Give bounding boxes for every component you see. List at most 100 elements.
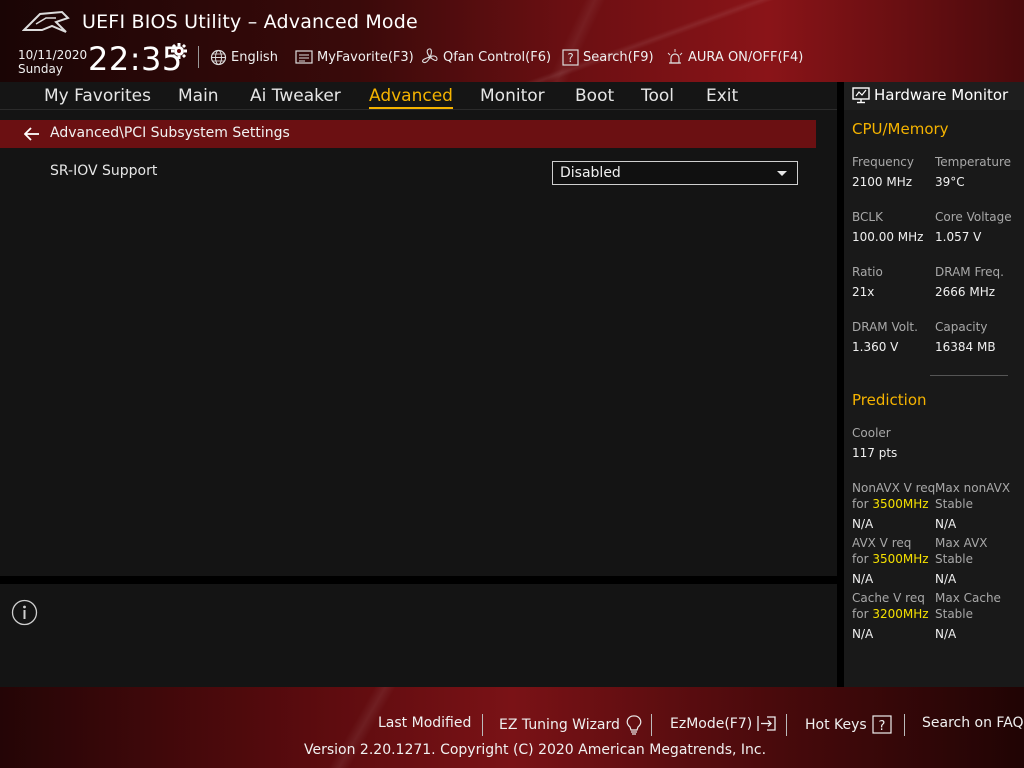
clock-time[interactable]: 22:35 <box>88 40 183 78</box>
cache-freq: 3200MHz <box>872 607 929 621</box>
app-title: UEFI BIOS Utility – Advanced Mode <box>82 11 418 33</box>
hot-keys-label: Hot Keys <box>805 716 867 733</box>
aura-label: AURA ON/OFF(F4) <box>688 49 804 65</box>
tab-my-favorites[interactable]: My Favorites <box>44 86 151 106</box>
aura-toggle-button[interactable]: AURA ON/OFF(F4) <box>666 47 803 67</box>
dropdown-caret-icon <box>777 171 787 176</box>
day-text: Sunday <box>18 62 63 76</box>
core-voltage-value: 1.057 V <box>935 230 982 244</box>
max-nonavx-label: Max nonAVX Stable <box>935 480 1010 512</box>
language-button[interactable]: English <box>210 47 278 67</box>
tab-monitor[interactable]: Monitor <box>480 86 545 106</box>
hardware-monitor-panel: Hardware Monitor CPU/Memory Frequency 21… <box>844 82 1024 687</box>
last-modified-label: Last Modified <box>378 715 472 731</box>
capacity-label: Capacity <box>935 320 988 334</box>
tab-advanced[interactable]: Advanced <box>369 86 453 109</box>
sr-iov-support-select[interactable]: Disabled <box>552 161 798 185</box>
ratio-value: 21x <box>852 285 875 299</box>
dram-volt-label: DRAM Volt. <box>852 320 918 334</box>
help-search-icon: ? <box>562 48 579 66</box>
globe-icon <box>210 49 227 65</box>
exit-arrow-icon <box>757 716 776 731</box>
nonavx-value: N/A <box>852 517 874 531</box>
max-nonavx-value: N/A <box>935 517 957 531</box>
cache-label: Cache V req for 3200MHz <box>852 590 929 622</box>
select-value: Disabled <box>560 165 621 181</box>
bclk-value: 100.00 MHz <box>852 230 924 244</box>
search-button[interactable]: ? Search(F9) <box>562 47 654 67</box>
settings-panel: Advanced\PCI Subsystem Settings SR-IOV S… <box>0 110 837 576</box>
cache-label-line2: for 3200MHz <box>852 606 929 622</box>
search-faq-label: Search on FAQ <box>922 715 1024 731</box>
cpu-memory-heading: CPU/Memory <box>852 120 949 138</box>
footer-divider <box>482 714 483 736</box>
section-divider <box>930 375 1008 376</box>
my-favorite-label: MyFavorite(F3) <box>317 49 414 65</box>
max-cache-value: N/A <box>935 627 957 641</box>
back-arrow-icon[interactable] <box>24 127 40 141</box>
ez-tuning-wizard-label: EZ Tuning Wizard <box>499 717 620 733</box>
breadcrumb[interactable]: Advanced\PCI Subsystem Settings <box>0 120 816 148</box>
tab-boot[interactable]: Boot <box>575 86 614 106</box>
max-cache-label-line2: Stable <box>935 607 974 621</box>
footer-divider <box>651 714 652 736</box>
tab-ai-tweaker[interactable]: Ai Tweaker <box>250 86 341 106</box>
vertical-divider <box>837 82 844 687</box>
header-bar: UEFI BIOS Utility – Advanced Mode 10/11/… <box>0 0 1024 82</box>
nonavx-label: NonAVX V req for 3500MHz <box>852 480 935 512</box>
dram-volt-value: 1.360 V <box>852 340 899 354</box>
date-display: 10/11/2020 Sunday <box>18 48 87 76</box>
ez-tuning-wizard-button[interactable]: EZ Tuning Wizard <box>499 715 643 735</box>
frequency-value: 2100 MHz <box>852 175 913 189</box>
date-text: 10/11/2020 <box>18 48 88 62</box>
core-voltage-label: Core Voltage <box>935 210 1012 224</box>
my-favorite-button[interactable]: MyFavorite(F3) <box>295 47 414 67</box>
search-faq-button[interactable]: Search on FAQ <box>922 715 1024 731</box>
avx-for-text: for <box>852 552 869 566</box>
tab-main[interactable]: Main <box>178 86 219 106</box>
svg-text:?: ? <box>567 51 573 65</box>
copyright-label: Version 2.20.1271. Copyright (C) 2020 Am… <box>304 742 767 758</box>
prediction-heading: Prediction <box>852 391 927 409</box>
nonavx-for-text: for <box>852 497 869 511</box>
temperature-value: 39°C <box>935 175 965 189</box>
cache-value: N/A <box>852 627 874 641</box>
dram-freq-value: 2666 MHz <box>935 285 996 299</box>
max-nonavx-label-line2: Stable <box>935 497 974 511</box>
max-avx-label-line2: Stable <box>935 552 974 566</box>
tab-tool[interactable]: Tool <box>641 86 674 106</box>
panel-divider <box>0 576 837 584</box>
gear-icon[interactable] <box>170 42 188 60</box>
last-modified-button[interactable]: Last Modified <box>378 715 471 731</box>
footer-divider <box>904 714 905 736</box>
qfan-control-button[interactable]: Qfan Control(F6) <box>421 47 551 67</box>
language-label: English <box>231 49 278 65</box>
max-avx-value: N/A <box>935 572 957 586</box>
capacity-value: 16384 MB <box>935 340 996 354</box>
avx-value: N/A <box>852 572 874 586</box>
hot-keys-button[interactable]: Hot Keys ? <box>805 715 892 734</box>
footer-divider <box>786 714 787 736</box>
rog-logo-icon <box>22 10 70 33</box>
nonavx-freq: 3500MHz <box>872 497 929 511</box>
avx-freq: 3500MHz <box>872 552 929 566</box>
hardware-monitor-title-text: Hardware Monitor <box>874 86 1009 104</box>
ez-mode-button[interactable]: EzMode(F7) <box>670 715 777 732</box>
cooler-label: Cooler <box>852 426 891 440</box>
breadcrumb-text: Advanced\PCI Subsystem Settings <box>50 125 290 141</box>
avx-label-line1: AVX V req <box>852 536 912 550</box>
max-avx-label-line1: Max AVX <box>935 536 988 550</box>
avx-label: AVX V req for 3500MHz <box>852 535 929 567</box>
tab-exit[interactable]: Exit <box>706 86 738 106</box>
max-cache-label: Max Cache Stable <box>935 590 1001 622</box>
svg-text:?: ? <box>878 719 885 734</box>
monitor-icon <box>852 86 870 103</box>
frequency-label: Frequency <box>852 155 914 169</box>
temperature-label: Temperature <box>935 155 1012 169</box>
sr-iov-support-label: SR-IOV Support <box>50 163 158 179</box>
header-divider <box>198 46 199 68</box>
help-info-panel <box>0 584 837 687</box>
main-nav: My Favorites Main Ai Tweaker Advanced Mo… <box>0 82 837 110</box>
ez-mode-label: EzMode(F7) <box>670 715 753 732</box>
fan-icon <box>422 48 438 64</box>
